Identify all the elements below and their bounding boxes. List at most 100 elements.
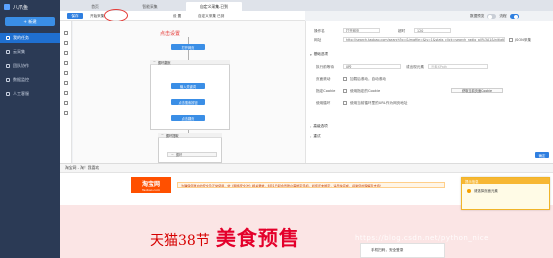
browser-address-bar[interactable]: 淘宝网 - 淘！我喜欢 bbox=[60, 164, 553, 173]
use-loop-value: 使用当前循环里的URL作为网页地址 bbox=[350, 101, 408, 105]
collapse-icon[interactable]: − bbox=[161, 133, 164, 137]
use-loop-label: 使用循环 bbox=[316, 101, 331, 105]
flow-node-click-next[interactable]: 点击翻页 bbox=[171, 115, 205, 121]
exec-wait-select[interactable]: 0秒 bbox=[343, 64, 401, 69]
tab-custom-collect[interactable]: 自定义采集-已到 bbox=[186, 2, 242, 11]
url-field[interactable]: http://search.taobao.com/search?q=&imgfi… bbox=[343, 37, 505, 42]
taobao-logo[interactable]: 淘宝网 Taobao.com bbox=[131, 177, 171, 193]
section-label: 重试 bbox=[313, 134, 321, 138]
loop-extract-label: 循环提取 bbox=[165, 133, 179, 138]
basic-options-section[interactable]: ▾ 基础选项 bbox=[310, 52, 328, 57]
logo-domain: Taobao.com bbox=[142, 187, 160, 192]
security-notice: 为确保您账户的安全及正常使用，依《网络安全法》相关要求，6月1日起会员账户需绑定… bbox=[177, 182, 445, 188]
sidebar-item-label: 人工客服 bbox=[13, 91, 29, 96]
switch-icon[interactable] bbox=[64, 91, 68, 95]
banner-text: 天猫38节 美食预售 bbox=[150, 222, 300, 251]
xpath-field[interactable]: 元素XPath bbox=[428, 64, 488, 69]
octopus-logo-icon bbox=[4, 4, 10, 10]
flow-label: 流程 bbox=[499, 14, 507, 18]
section-label: 基础选项 bbox=[313, 52, 329, 56]
sidebar-item-label: 云采集 bbox=[13, 49, 25, 54]
use-loop-checkbox[interactable] bbox=[343, 100, 347, 105]
url-label: 网址 bbox=[314, 38, 322, 42]
banner-headline: 美食预售 bbox=[215, 226, 300, 250]
click-settings-hint: 点击设置 bbox=[160, 31, 181, 37]
cookie-value: 使用指定的Cookie bbox=[350, 89, 381, 93]
hover-icon[interactable] bbox=[64, 101, 68, 105]
login-box[interactable]: 手机扫码，安全登录 bbox=[360, 243, 445, 258]
view-toggles: 数据预览 流程 bbox=[470, 13, 522, 20]
sidebar-item-my-tasks[interactable]: 我的任务 bbox=[0, 33, 60, 43]
chevron-right-icon: › bbox=[310, 134, 312, 139]
json-collect-checkbox[interactable] bbox=[509, 37, 513, 42]
scroll-value: 加载后滚动，自动滚动 bbox=[350, 77, 386, 81]
xpath-placeholder: 元素XPath bbox=[431, 65, 448, 69]
ok-button[interactable]: 确定 bbox=[535, 152, 549, 158]
flow-node-input-keyword[interactable]: 输入关键词 bbox=[171, 83, 205, 89]
sidebar-item-monitor[interactable]: 数据监控 bbox=[0, 75, 60, 85]
open-page-icon[interactable] bbox=[64, 31, 68, 35]
section-label: 高级选项 bbox=[313, 124, 328, 128]
loop-paging-label: 循环翻页 bbox=[157, 60, 171, 65]
scroll-checkbox[interactable] bbox=[343, 76, 347, 81]
data-preview-label: 数据预览 bbox=[470, 14, 485, 18]
retry-section[interactable]: › 重试 bbox=[310, 134, 321, 139]
tab-home[interactable]: 首页 bbox=[80, 2, 110, 11]
tab-smart-collect[interactable]: 智能采集 bbox=[132, 2, 168, 11]
custom-collect-label: 自定义采集 已到 bbox=[198, 13, 225, 18]
monitor-icon bbox=[6, 78, 10, 82]
save-button[interactable]: 保存 bbox=[67, 13, 83, 19]
op-name-label: 操作名 bbox=[314, 29, 325, 33]
sidebar-item-cloud[interactable]: 云采集 bbox=[0, 47, 60, 57]
exec-wait-label: 执行前等待 bbox=[316, 65, 334, 69]
toolbar: 保存 开始采集 设 置 自定义采集 已到 bbox=[60, 11, 305, 21]
app-logo: 八爪鱼 bbox=[4, 3, 28, 11]
sidebar-item-team[interactable]: 团队协作 bbox=[0, 61, 60, 71]
promo-banner[interactable] bbox=[60, 205, 553, 258]
json-collect-label: JSON采集 bbox=[515, 38, 532, 42]
or-element-label: 或出现元素 bbox=[406, 65, 424, 69]
sidebar-item-label: 数据监控 bbox=[13, 77, 29, 82]
chevron-right-icon: › bbox=[310, 124, 312, 129]
flow-toggle[interactable] bbox=[509, 14, 519, 19]
loop-extract-header[interactable]: − 循环提取 bbox=[158, 133, 222, 138]
loop-label: 循环 bbox=[175, 153, 183, 157]
csdn-watermark: https://blog.csdn.net/python_nice bbox=[355, 234, 489, 242]
collapse-icon[interactable]: − bbox=[171, 153, 174, 157]
extract-icon[interactable] bbox=[64, 51, 68, 55]
cookie-label: 指定Cookie bbox=[316, 89, 336, 93]
loop-paging-header[interactable]: − 循环翻页 bbox=[150, 60, 230, 65]
settings-button[interactable]: 设 置 bbox=[168, 13, 186, 19]
popup-body: 请选择页面元素 bbox=[462, 184, 549, 197]
op-name-field[interactable]: 打开网页 bbox=[343, 28, 380, 33]
input-icon[interactable] bbox=[64, 61, 68, 65]
app-title: 八爪鱼 bbox=[13, 4, 29, 11]
settings-icon[interactable] bbox=[64, 111, 68, 115]
collapse-icon[interactable]: − bbox=[153, 60, 156, 64]
tip-popup[interactable]: 提示信息 请选择页面元素 bbox=[461, 177, 550, 210]
click-icon[interactable] bbox=[64, 41, 68, 45]
banner-brand: 天猫38节 bbox=[150, 233, 210, 249]
get-cookie-button[interactable]: 获取当前页面Cookie bbox=[451, 88, 503, 93]
new-task-button[interactable]: + 新建 bbox=[5, 17, 55, 26]
popup-title: 提示信息 bbox=[465, 179, 479, 184]
page-title: 淘宝网 - 淘！我喜欢 bbox=[65, 165, 100, 170]
sidebar-item-support[interactable]: 人工客服 bbox=[0, 89, 60, 99]
cookie-checkbox[interactable] bbox=[343, 88, 347, 93]
timeout-field[interactable]: 120 bbox=[414, 28, 451, 33]
support-icon bbox=[6, 92, 10, 96]
popup-message: 请选择页面元素 bbox=[474, 189, 498, 193]
flow-node-loop[interactable]: − 循环 bbox=[167, 152, 217, 157]
task-icon bbox=[6, 36, 10, 40]
data-preview-toggle[interactable] bbox=[487, 14, 497, 19]
tool-icon-strip bbox=[60, 21, 72, 163]
logo-text: 淘宝网 bbox=[141, 180, 160, 188]
cloud-icon bbox=[6, 50, 10, 54]
flow-node-open-page[interactable]: 打开网页 bbox=[171, 44, 205, 50]
sidebar-item-label: 团队协作 bbox=[13, 63, 29, 68]
advanced-options-section[interactable]: › 高级选项 bbox=[310, 124, 328, 129]
team-icon bbox=[6, 64, 10, 68]
condition-icon[interactable] bbox=[64, 81, 68, 85]
flow-node-click-search[interactable]: 点击搜索按钮 bbox=[171, 99, 205, 105]
loop-icon[interactable] bbox=[64, 71, 68, 75]
